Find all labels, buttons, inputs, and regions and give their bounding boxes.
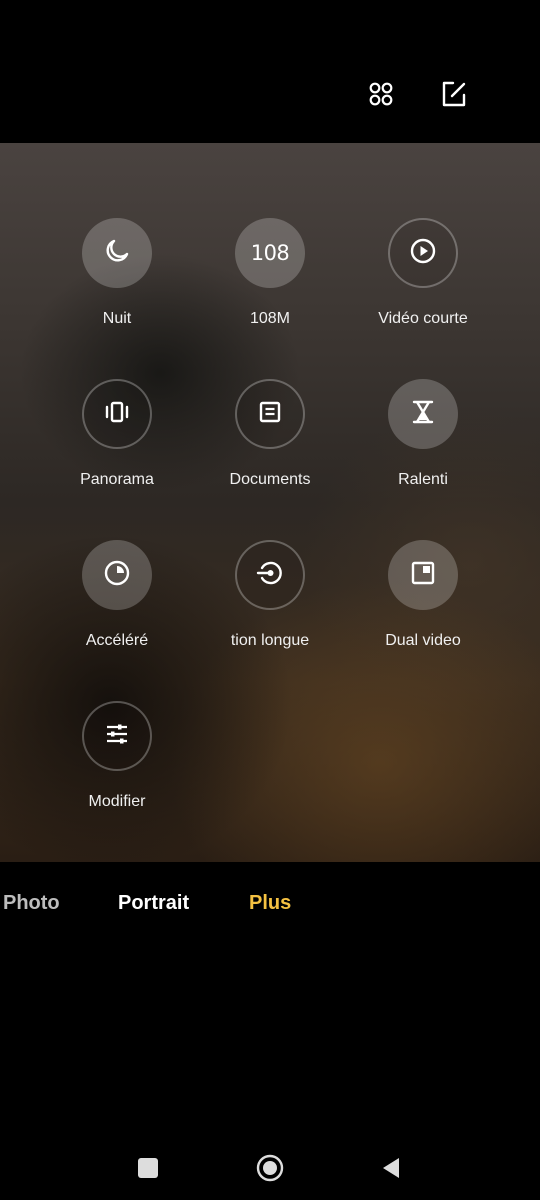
dual-video-icon bbox=[408, 558, 438, 593]
mode-video-courte[interactable]: Vidéo courte bbox=[348, 218, 498, 328]
camera-mode-tabs: Photo Portrait Plus bbox=[0, 862, 540, 952]
mode-button[interactable] bbox=[82, 218, 152, 288]
mode-button[interactable] bbox=[388, 540, 458, 610]
mode-button[interactable] bbox=[235, 540, 305, 610]
mode-button[interactable] bbox=[82, 701, 152, 771]
mode-label: Nuit bbox=[102, 310, 132, 327]
mode-label: Vidéo courte bbox=[378, 310, 468, 327]
camera-viewfinder: Nuit 108 108M Vidéo courte Panorama Docu… bbox=[0, 143, 540, 862]
mode-108m[interactable]: 108 108M bbox=[195, 218, 345, 328]
square-icon[interactable] bbox=[130, 1150, 166, 1186]
mode-accelere[interactable]: Accéléré bbox=[42, 540, 192, 650]
panorama-icon bbox=[102, 397, 132, 432]
mode-dual-video[interactable]: Dual video bbox=[348, 540, 498, 650]
mode-button[interactable] bbox=[235, 379, 305, 449]
tab-portrait[interactable]: Portrait bbox=[118, 892, 189, 915]
tab-photo[interactable]: Photo bbox=[3, 892, 60, 915]
108-text-icon: 108 bbox=[250, 241, 290, 265]
timelapse-icon bbox=[102, 558, 132, 593]
triangle-back-icon[interactable] bbox=[374, 1150, 410, 1186]
mode-documents[interactable]: Documents bbox=[195, 379, 345, 489]
system-nav-bar bbox=[0, 1130, 540, 1200]
moon-icon bbox=[102, 236, 132, 271]
mode-button[interactable] bbox=[82, 540, 152, 610]
mode-button[interactable] bbox=[82, 379, 152, 449]
mode-exposition-longue[interactable]: tion longue bbox=[195, 540, 345, 650]
mode-label: Panorama bbox=[80, 471, 154, 488]
play-icon bbox=[408, 236, 438, 271]
mode-label: Dual video bbox=[385, 632, 461, 649]
mode-button[interactable] bbox=[388, 379, 458, 449]
mode-button[interactable]: 108 bbox=[235, 218, 305, 288]
long-exposure-icon bbox=[255, 558, 285, 593]
mode-panorama[interactable]: Panorama bbox=[42, 379, 192, 489]
sliders-icon bbox=[102, 719, 132, 754]
mode-button[interactable] bbox=[388, 218, 458, 288]
mode-label: Accéléré bbox=[85, 632, 149, 649]
document-icon bbox=[255, 397, 285, 432]
mode-label: tion longue bbox=[230, 632, 310, 649]
mode-label: Modifier bbox=[88, 793, 146, 810]
mode-label: Documents bbox=[229, 471, 311, 488]
circle-icon[interactable] bbox=[252, 1150, 288, 1186]
mode-label: Ralenti bbox=[398, 471, 448, 488]
hourglass-icon bbox=[408, 397, 438, 432]
top-bar bbox=[0, 0, 540, 143]
mode-ralenti[interactable]: Ralenti bbox=[348, 379, 498, 489]
mode-nuit[interactable]: Nuit bbox=[42, 218, 192, 328]
mode-label: 108M bbox=[249, 310, 291, 327]
mode-modifier[interactable]: Modifier bbox=[42, 701, 192, 811]
tab-plus[interactable]: Plus bbox=[249, 892, 291, 915]
grid-icon[interactable] bbox=[363, 76, 399, 112]
edit-icon[interactable] bbox=[436, 76, 472, 112]
